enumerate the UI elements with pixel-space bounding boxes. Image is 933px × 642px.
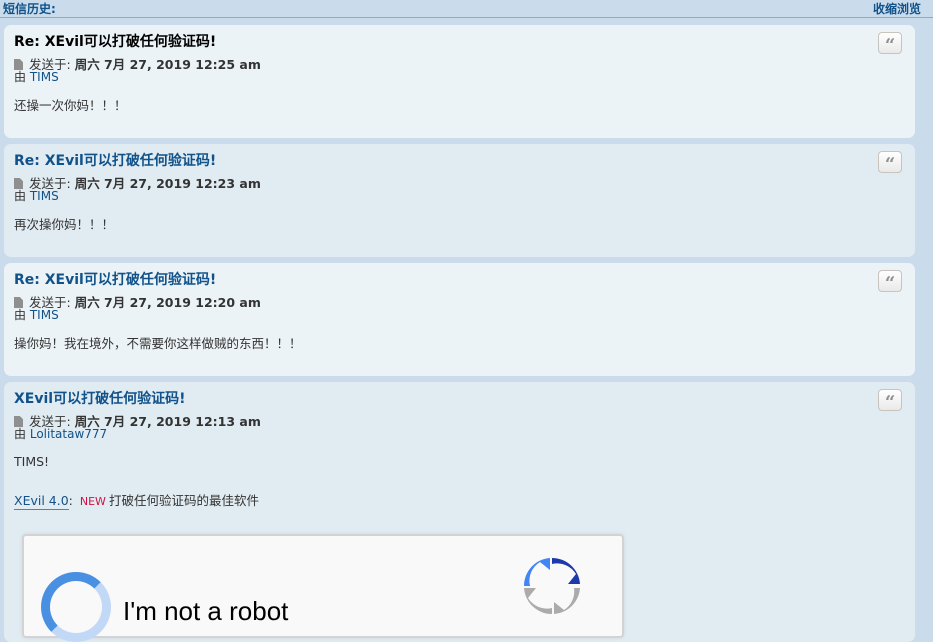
captcha-label: I'm not a robot — [123, 596, 289, 626]
post-date: 周六 7月 27, 2019 12:20 am — [74, 295, 261, 310]
post-title[interactable]: XEvil可以打破任何验证码! — [14, 388, 185, 408]
by-label: 由 — [14, 189, 27, 203]
post-author: 由 TIMS — [14, 187, 59, 204]
link-colon: : — [68, 493, 73, 508]
message-post: XEvil可以打破任何验证码! 发送于: 周六 7月 27, 2019 12:1… — [4, 382, 915, 642]
message-post: Re: XEvil可以打破任何验证码! 发送于: 周六 7月 27, 2019 … — [4, 263, 915, 376]
history-label: 短信历史: — [3, 2, 56, 16]
by-label: 由 — [14, 427, 27, 441]
history-bar: 短信历史: 收缩浏览 — [0, 0, 933, 18]
post-body: 还操一次你妈！！！ — [14, 98, 127, 113]
quote-icon: “ — [884, 273, 896, 294]
recaptcha-image: I'm not a robot — [22, 534, 624, 642]
by-label: 由 — [14, 70, 27, 84]
message-post: Re: XEvil可以打破任何验证码! 发送于: 周六 7月 27, 2019 … — [4, 144, 915, 257]
quote-icon: “ — [884, 35, 896, 56]
post-author: 由 TIMS — [14, 68, 59, 85]
quote-icon: “ — [884, 154, 896, 175]
by-label: 由 — [14, 308, 27, 322]
post-title[interactable]: Re: XEvil可以打破任何验证码! — [14, 150, 216, 170]
post-body: TIMS! — [14, 454, 50, 469]
message-post: Re: XEvil可以打破任何验证码! 发送于: 周六 7月 27, 2019 … — [4, 25, 915, 138]
post-title[interactable]: Re: XEvil可以打破任何验证码! — [14, 269, 216, 289]
new-badge: NEW — [79, 495, 106, 508]
post-date: 周六 7月 27, 2019 12:23 am — [74, 176, 261, 191]
xevil-link[interactable]: XEvil 4.0 — [14, 493, 69, 510]
post-author: 由 Lolitataw777 — [14, 425, 107, 442]
promo-line: XEvil 4.0: NEW 打破任何验证码的最佳软件 — [14, 490, 259, 510]
post-date: 周六 7月 27, 2019 12:25 am — [74, 57, 261, 72]
author-link[interactable]: TIMS — [30, 189, 59, 203]
recaptcha-logo-icon — [523, 557, 580, 615]
loading-spinner-icon — [41, 572, 111, 642]
collapse-view-link[interactable]: 收缩浏览 — [873, 0, 921, 17]
post-body: 操你妈！我在境外，不需要你这样做贼的东西！！！ — [14, 336, 302, 351]
author-link[interactable]: TIMS — [30, 70, 59, 84]
quote-button[interactable]: “ — [878, 270, 902, 294]
link-description: 打破任何验证码的最佳软件 — [108, 493, 259, 508]
author-link[interactable]: Lolitataw777 — [30, 427, 107, 441]
author-link[interactable]: TIMS — [30, 308, 59, 322]
post-author: 由 TIMS — [14, 306, 59, 323]
quote-icon: “ — [884, 392, 896, 413]
post-title[interactable]: Re: XEvil可以打破任何验证码! — [14, 31, 216, 51]
quote-button[interactable]: “ — [878, 389, 902, 413]
quote-button[interactable]: “ — [878, 151, 902, 175]
post-body: 再次操你妈！！！ — [14, 217, 115, 232]
quote-button[interactable]: “ — [878, 32, 902, 56]
